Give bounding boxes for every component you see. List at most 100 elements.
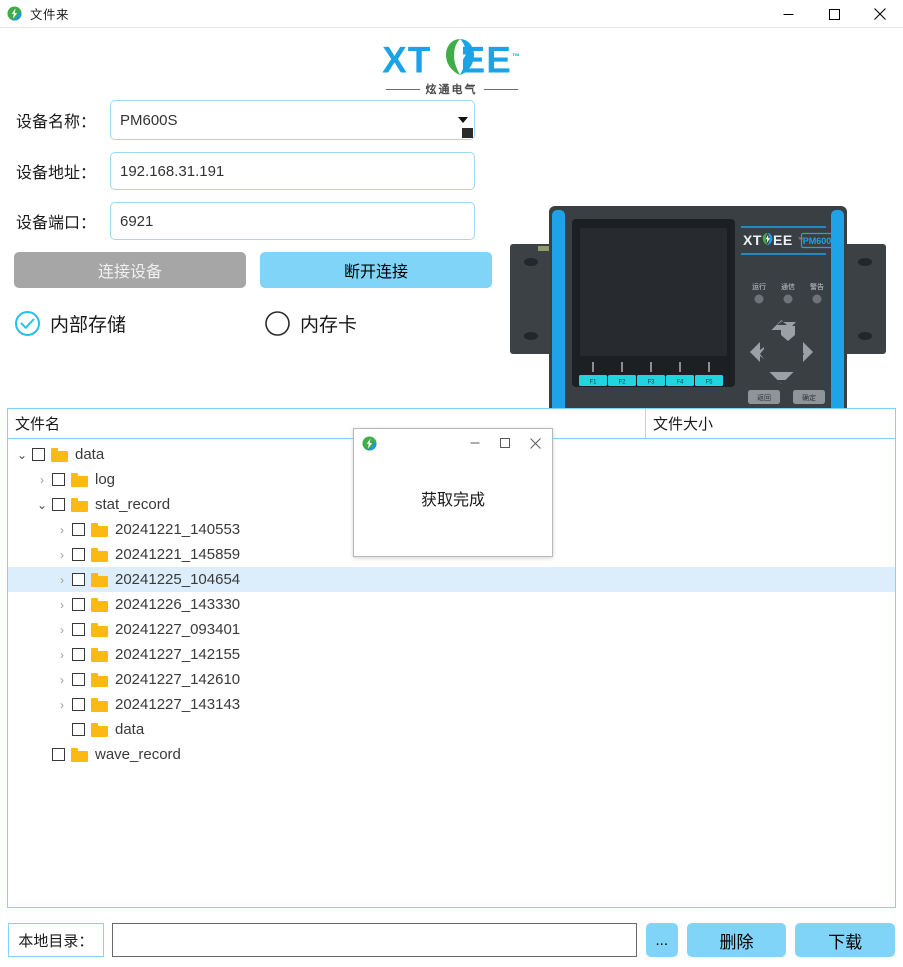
download-button[interactable]: 下载: [795, 923, 895, 957]
tree-row-label: wave_record: [95, 746, 181, 763]
device-name-select[interactable]: PM600S: [110, 100, 475, 140]
tree-row[interactable]: data: [8, 717, 895, 742]
folder-icon: [91, 548, 108, 562]
tree-row[interactable]: › 20241227_142610: [8, 667, 895, 692]
radio-memory-card[interactable]: 内存卡: [264, 310, 357, 337]
svg-text:XT: XT: [743, 232, 762, 248]
row-checkbox[interactable]: [52, 473, 65, 486]
device-port-label: 设备端口：: [16, 215, 97, 232]
svg-text:F4: F4: [676, 380, 684, 386]
svg-text:F5: F5: [705, 380, 713, 386]
logo-rule-right: [483, 88, 518, 90]
svg-text:F3: F3: [647, 380, 655, 386]
row-checkbox[interactable]: [72, 698, 85, 711]
row-checkbox[interactable]: [72, 573, 85, 586]
chevron-right-icon[interactable]: ›: [54, 623, 70, 637]
completion-dialog: 获取完成: [353, 428, 553, 557]
folder-icon: [91, 598, 108, 612]
tree-row-label: 20241227_142155: [115, 646, 241, 663]
svg-text:确定: 确定: [802, 393, 816, 402]
dialog-message: 获取完成: [420, 491, 485, 509]
folder-icon: [91, 698, 108, 712]
dialog-close-button[interactable]: [520, 429, 550, 457]
connect-device-button[interactable]: 连接设备: [14, 252, 246, 288]
folder-icon: [71, 748, 88, 762]
device-product-image: F1 F2 F3 F4 F5 XT EE ™ PM600S 运行 通信 警告 返…: [508, 196, 888, 432]
svg-text:运行: 运行: [752, 282, 766, 291]
row-checkbox[interactable]: [72, 598, 85, 611]
maximize-button[interactable]: [811, 0, 857, 28]
svg-text:EE: EE: [773, 232, 793, 248]
delete-button[interactable]: 删除: [686, 923, 787, 957]
dialog-maximize-button[interactable]: [490, 429, 520, 457]
radio-checked-icon: [15, 311, 40, 336]
folder-icon: [91, 573, 108, 587]
radio-unchecked-icon: [265, 311, 290, 336]
tree-row[interactable]: › 20241227_142155: [8, 642, 895, 667]
row-checkbox[interactable]: [72, 523, 85, 536]
row-checkbox[interactable]: [32, 448, 45, 461]
logo-rule-left: [385, 88, 420, 90]
tree-row[interactable]: › 20241226_143330: [8, 592, 895, 617]
radio-memory-card-label: 内存卡: [300, 315, 358, 336]
device-name-label: 设备名称：: [16, 114, 97, 131]
select-resize-nub: [462, 128, 473, 138]
close-button[interactable]: [857, 0, 903, 28]
chevron-right-icon[interactable]: ›: [54, 648, 70, 662]
svg-text:警告: 警告: [810, 282, 824, 291]
folder-icon: [51, 448, 68, 462]
browse-button[interactable]: ...: [645, 923, 678, 957]
chevron-right-icon[interactable]: ›: [54, 548, 70, 562]
row-checkbox[interactable]: [72, 648, 85, 661]
logo-wordmark: XTOEE™: [382, 37, 521, 80]
tree-row-label: 20241227_093401: [115, 621, 241, 638]
chevron-right-icon[interactable]: ›: [34, 473, 50, 487]
disconnect-button[interactable]: 断开连接: [260, 252, 492, 288]
row-checkbox[interactable]: [72, 673, 85, 686]
folder-icon: [91, 623, 108, 637]
row-checkbox[interactable]: [52, 748, 65, 761]
device-name-value: PM600S: [120, 111, 178, 129]
bottom-toolbar: 本地目录： ... 删除 下载: [0, 913, 903, 967]
chevron-right-icon[interactable]: ›: [54, 598, 70, 612]
connection-form: 设备名称： PM600S 设备地址： 设备端口： 连接设备 断开连接: [0, 100, 903, 422]
dialog-minimize-button[interactable]: [460, 429, 490, 457]
folder-icon: [71, 473, 88, 487]
tree-row[interactable]: › 20241227_093401: [8, 617, 895, 642]
tree-row-label: 20241225_104654: [115, 571, 241, 588]
svg-text:PM600S: PM600S: [803, 236, 838, 246]
tree-row-label: 20241221_140553: [115, 521, 241, 538]
window-title: 文件来: [30, 8, 70, 22]
row-checkbox[interactable]: [72, 723, 85, 736]
tree-row-label: data: [75, 446, 105, 463]
chevron-right-icon[interactable]: ›: [54, 573, 70, 587]
tree-row[interactable]: wave_record: [8, 742, 895, 767]
device-name-row: 设备名称： PM600S: [0, 100, 903, 140]
app-lightning-icon: [362, 435, 377, 451]
radio-internal-storage-label: 内部存储: [50, 315, 127, 336]
logo-trademark: ™: [511, 51, 521, 61]
svg-text:F2: F2: [618, 380, 626, 386]
chevron-down-icon[interactable]: ⌄: [34, 498, 50, 512]
chevron-right-icon[interactable]: ›: [54, 673, 70, 687]
device-address-input[interactable]: [110, 152, 475, 190]
folder-icon: [71, 498, 88, 512]
device-port-input[interactable]: [110, 202, 475, 240]
minimize-button[interactable]: [765, 0, 811, 28]
chevron-down-icon[interactable]: ⌄: [14, 448, 30, 462]
window-titlebar: 文件来: [0, 0, 903, 28]
tree-row-label: data: [115, 721, 145, 738]
dialog-body: 获取完成: [354, 457, 552, 556]
chevron-right-icon[interactable]: ›: [54, 698, 70, 712]
tree-row-label: 20241221_145859: [115, 546, 241, 563]
tree-row-label: 20241227_142610: [115, 671, 241, 688]
local-directory-input[interactable]: [111, 923, 637, 957]
radio-internal-storage[interactable]: 内部存储: [14, 310, 126, 337]
row-checkbox[interactable]: [52, 498, 65, 511]
tree-row[interactable]: › 20241227_143143: [8, 692, 895, 717]
tree-row[interactable]: › 20241225_104654: [8, 567, 895, 592]
chevron-right-icon[interactable]: ›: [54, 523, 70, 537]
row-checkbox[interactable]: [72, 548, 85, 561]
row-checkbox[interactable]: [72, 623, 85, 636]
folder-icon: [91, 673, 108, 687]
